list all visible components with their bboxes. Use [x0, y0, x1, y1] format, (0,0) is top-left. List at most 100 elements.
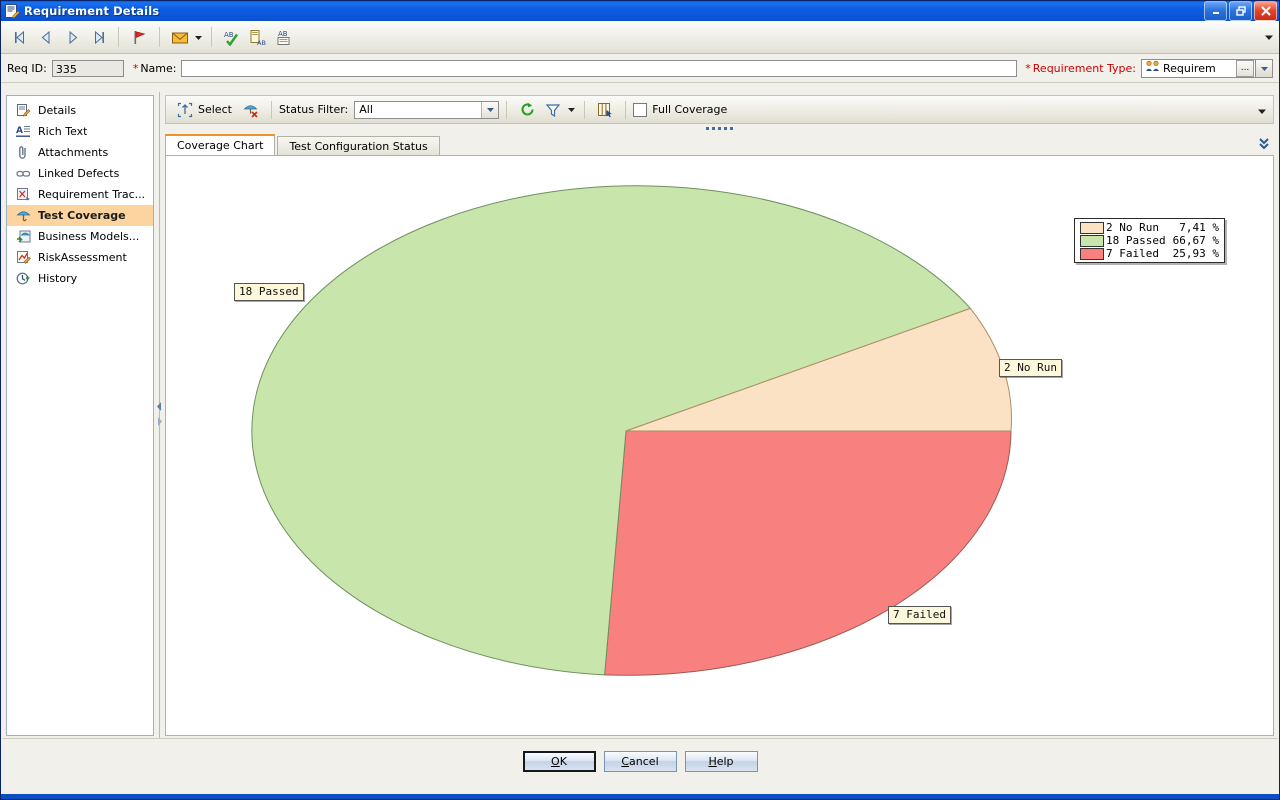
toolbar-separator — [159, 27, 160, 47]
ok-button[interactable]: OK — [522, 751, 596, 772]
legend-label: 2 No Run — [1106, 221, 1159, 234]
pie-label-no-run: 2 No Run — [999, 359, 1062, 377]
link-chain-icon — [15, 166, 31, 182]
spelling-options-icon[interactable]: AB — [271, 25, 297, 49]
next-record-icon[interactable] — [59, 25, 85, 49]
title-bar: Requirement Details — [1, 1, 1279, 21]
remove-coverage-icon[interactable] — [238, 98, 264, 122]
tab-label: Coverage Chart — [177, 139, 264, 152]
coverage-toolbar-overflow-button[interactable] — [1256, 96, 1268, 125]
main-toolbar: AB AB AB — [1, 21, 1279, 54]
send-mail-dropdown-icon[interactable] — [193, 25, 204, 49]
details-icon — [15, 103, 31, 119]
expand-right-icon[interactable] — [155, 416, 164, 430]
requirement-type-combo[interactable]: Requirem ... — [1141, 58, 1256, 78]
ok-mnemonic: O — [551, 755, 560, 768]
sidebar-item-rich-text[interactable]: A Rich Text — [7, 121, 153, 142]
full-coverage-checkbox[interactable] — [633, 102, 648, 117]
flag-icon[interactable] — [126, 25, 152, 49]
requirement-type-browse-button[interactable]: ... — [1236, 59, 1254, 77]
req-id-label: Req ID: — [7, 61, 47, 75]
splitter-collapse-controls[interactable] — [155, 401, 164, 430]
close-button[interactable] — [1254, 1, 1277, 21]
svg-text:A: A — [16, 126, 23, 136]
business-models-icon — [15, 229, 31, 245]
previous-record-icon[interactable] — [33, 25, 59, 49]
filter-icon[interactable] — [540, 98, 566, 122]
spell-check-icon[interactable]: AB — [219, 25, 245, 49]
sidebar-item-details[interactable]: Details — [7, 100, 153, 121]
requirement-fields-row: Req ID: 335 * Name: * Requirement Type: … — [1, 54, 1279, 83]
sidebar-item-history[interactable]: History — [7, 268, 153, 289]
restore-button[interactable] — [1229, 1, 1252, 21]
dialog-footer: OK Cancel Help — [2, 738, 1278, 798]
ok-label-post: K — [559, 755, 567, 768]
thesaurus-icon[interactable]: AB — [245, 25, 271, 49]
sidebar-item-linked-defects[interactable]: Linked Defects — [7, 163, 153, 184]
legend-row: 18 Passed 66,67 % — [1079, 234, 1220, 247]
sidebar-item-label: Attachments — [38, 146, 109, 159]
sidebar-item-label: History — [38, 272, 78, 285]
help-button[interactable]: Help — [684, 751, 758, 772]
toolbar-separator — [270, 100, 272, 119]
svg-text:AB: AB — [224, 31, 234, 39]
requirement-type-icon — [1145, 60, 1160, 76]
legend-row: 2 No Run 7,41 % — [1079, 221, 1220, 234]
splitter-dots — [706, 127, 733, 130]
minimize-button[interactable] — [1204, 1, 1227, 21]
sidebar-item-label: Requirement Trac... — [38, 188, 146, 201]
requirement-type-dropdown-button[interactable] — [1256, 58, 1273, 78]
pane-splitter-handle[interactable] — [165, 124, 1274, 133]
window-title: Requirement Details — [24, 4, 160, 18]
sidebar-item-business-models[interactable]: Business Models... — [7, 226, 153, 247]
history-clock-icon — [15, 271, 31, 287]
chevrons-down-icon[interactable] — [1258, 137, 1270, 153]
cancel-label-post: ancel — [629, 755, 659, 768]
chevron-down-icon[interactable] — [481, 101, 499, 118]
sidebar-item-label: Business Models... — [38, 230, 140, 243]
collapse-left-icon[interactable] — [155, 401, 164, 415]
sidebar-item-label: RiskAssessment — [38, 251, 127, 264]
sidebar-item-risk-assessment[interactable]: RiskAssessment — [7, 247, 153, 268]
req-id-input[interactable]: 335 — [51, 59, 124, 77]
tab-coverage-chart[interactable]: Coverage Chart — [165, 134, 276, 155]
toolbar-overflow-button[interactable] — [1263, 21, 1275, 53]
pie-slice-failed[interactable] — [604, 430, 1012, 676]
chart-legend: 2 No Run 7,41 % 18 Passed 66,67 % 7 Fail… — [1074, 218, 1225, 263]
sidebar-splitter[interactable] — [154, 92, 165, 739]
legend-row: 7 Failed 25,93 % — [1079, 247, 1220, 260]
requirement-traceability-icon — [15, 187, 31, 203]
first-record-icon[interactable] — [7, 25, 33, 49]
select-button-label[interactable]: Select — [198, 103, 232, 116]
requirement-details-window: Requirement Details AB AB AB Req ID: 335… — [0, 0, 1280, 800]
footer-buttons: OK Cancel Help — [2, 751, 1278, 772]
tab-test-configuration-status[interactable]: Test Configuration Status — [277, 136, 440, 155]
select-icon[interactable] — [172, 98, 198, 122]
name-input[interactable] — [180, 59, 1018, 77]
sidebar-item-label: Test Coverage — [38, 209, 126, 222]
tab-label: Test Configuration Status — [289, 139, 428, 153]
name-required-star: * — [132, 61, 139, 75]
sidebar-item-attachments[interactable]: Attachments — [7, 142, 153, 163]
last-record-icon[interactable] — [85, 25, 111, 49]
filter-dropdown-icon[interactable] — [566, 98, 577, 122]
select-columns-icon[interactable] — [592, 98, 618, 122]
requirement-type-value: Requirem — [1163, 61, 1216, 75]
send-mail-icon[interactable] — [167, 25, 193, 49]
coverage-tabstrip: Coverage Chart Test Configuration Status — [165, 133, 1274, 155]
type-required-star: * — [1025, 61, 1031, 75]
status-filter-combo[interactable]: All — [354, 100, 500, 119]
refresh-icon[interactable] — [514, 98, 540, 122]
sidebar-item-requirement-traceability[interactable]: Requirement Trac... — [7, 184, 153, 205]
full-coverage-label[interactable]: Full Coverage — [652, 103, 727, 116]
test-coverage-pane: Select Status Filter: All Full Coverage … — [165, 95, 1274, 736]
cancel-button[interactable]: Cancel — [603, 751, 677, 772]
requirement-details-icon — [4, 3, 20, 19]
toolbar-separator — [625, 100, 627, 119]
help-label-post: elp — [716, 755, 734, 768]
sidebar-item-test-coverage[interactable]: Test Coverage — [7, 205, 153, 226]
requirement-type-label: Requirement Type: — [1032, 61, 1136, 75]
sidebar-item-label: Rich Text — [38, 125, 88, 138]
toolbar-separator — [118, 27, 119, 47]
coverage-toolbar: Select Status Filter: All Full Coverage — [165, 95, 1274, 124]
